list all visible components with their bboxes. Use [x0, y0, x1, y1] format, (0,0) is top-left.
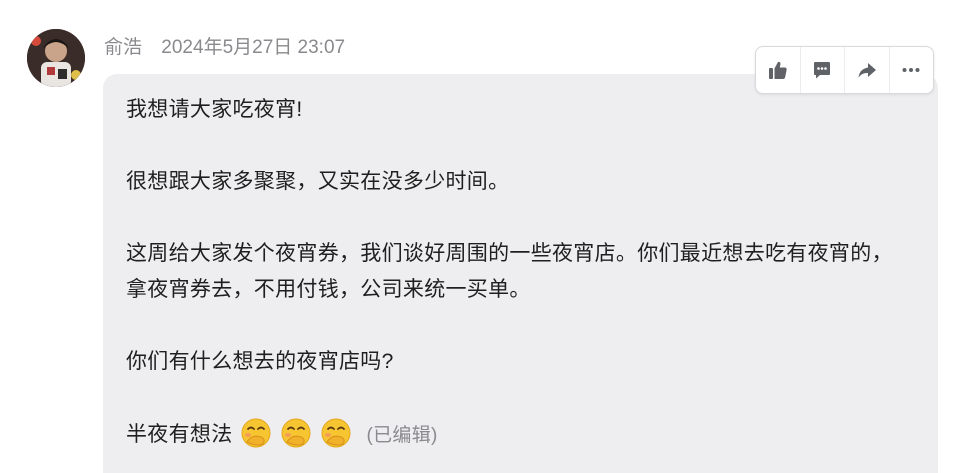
hand-over-mouth-emoji	[279, 416, 313, 450]
message-meta: 俞浩 2024年5月27日 23:07	[104, 36, 345, 60]
forward-icon	[856, 59, 878, 81]
message-timestamp: 2024年5月27日 23:07	[161, 37, 346, 58]
more-button[interactable]	[890, 47, 934, 93]
hand-over-mouth-emoji	[239, 416, 273, 450]
message-paragraph: 你们有什么想去的夜宵店吗?	[126, 350, 394, 373]
message-paragraph: 很想跟大家多聚聚，又实在没多少时间。	[126, 170, 510, 193]
message-action-toolbar	[755, 46, 934, 94]
message-paragraph: 这周给大家发个夜宵券，我们谈好周围的一些夜宵店。你们最近想去吃有夜宵的，拿夜宵券…	[126, 242, 893, 301]
message-body: 我想请大家吃夜宵! 很想跟大家多聚聚，又实在没多少时间。 这周给大家发个夜宵券，…	[126, 92, 906, 454]
forward-button[interactable]	[845, 47, 890, 93]
sender-name[interactable]: 俞浩	[104, 37, 142, 58]
message-last-line: 半夜有想法 (已编辑)	[126, 416, 906, 454]
thumbs-up-icon	[767, 59, 789, 81]
hand-over-mouth-emoji	[319, 416, 353, 450]
thumbs-up-button[interactable]	[756, 47, 801, 93]
message-paragraph: 半夜有想法	[126, 423, 233, 446]
more-icon	[900, 59, 922, 81]
comment-button[interactable]	[801, 47, 845, 93]
edited-label: (已编辑)	[366, 425, 438, 446]
comment-icon	[811, 59, 833, 81]
message-row: 俞浩 2024年5月27日 23:07 我想请大家吃夜宵! 很想跟大家多聚聚，又…	[0, 0, 960, 473]
message-paragraph: 我想请大家吃夜宵!	[126, 98, 303, 121]
avatar[interactable]	[27, 29, 85, 87]
